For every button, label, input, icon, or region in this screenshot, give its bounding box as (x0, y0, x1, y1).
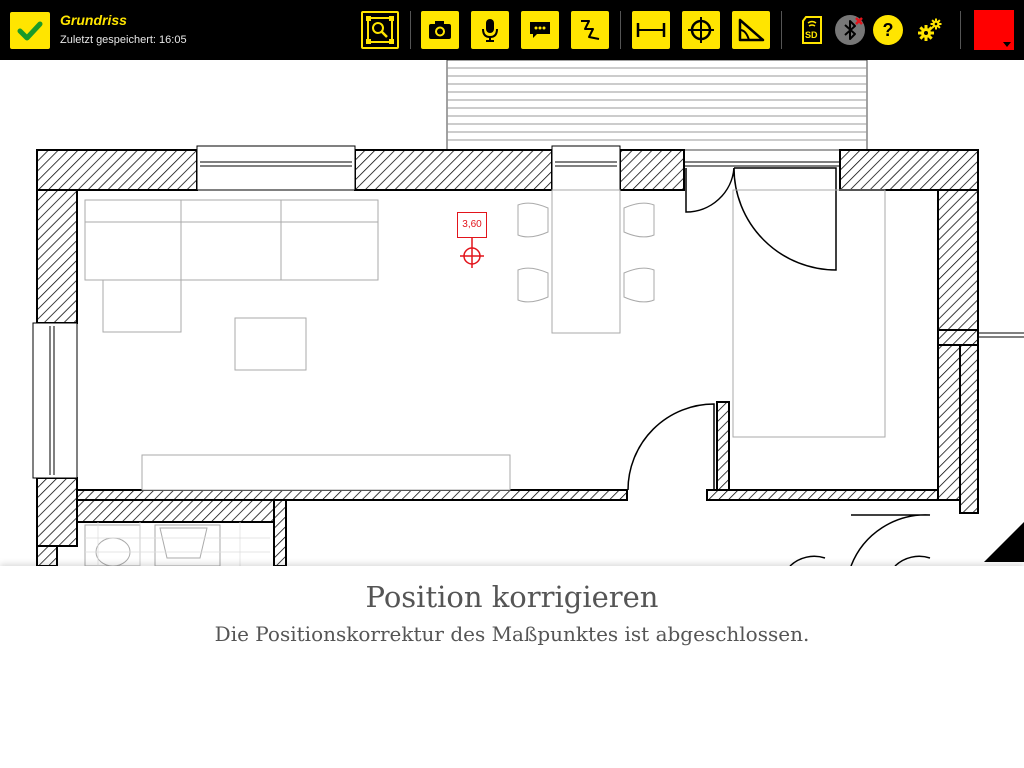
message-title: Position korrigieren (365, 580, 659, 614)
toolbar-separator (620, 11, 621, 49)
zoom-frame-icon (366, 16, 394, 44)
microphone-icon (482, 19, 498, 42)
confirm-button[interactable] (10, 12, 50, 49)
toolbar-separator (410, 11, 411, 49)
message-body: Die Positionskorrektur des Maßpunktes is… (214, 622, 810, 646)
bluetooth-button[interactable] (835, 15, 865, 45)
document-title: Grundriss (60, 12, 127, 28)
settings-button[interactable] (912, 11, 948, 49)
zoom-fit-button[interactable] (361, 11, 399, 49)
comment-button[interactable] (521, 11, 559, 49)
angle-measure-button[interactable] (732, 11, 770, 49)
crosshair-icon (688, 17, 714, 43)
speech-bubble-icon (530, 22, 550, 38)
bluetooth-disconnected-icon (844, 17, 863, 40)
squiggle-icon (581, 20, 600, 40)
last-saved-text: Zuletzt gespeichert: 16:05 (60, 34, 187, 46)
floor-plan-canvas[interactable]: 3,60 (0, 60, 1024, 566)
photo-button[interactable] (421, 11, 459, 49)
terrace (446, 60, 868, 151)
dropdown-caret-icon (1003, 42, 1011, 47)
point-measure-button[interactable] (682, 11, 720, 49)
camera-icon (429, 21, 451, 39)
measure-point-marker (460, 238, 484, 268)
north-arrow-fragment (984, 522, 1024, 562)
distance-measure-button[interactable] (632, 11, 670, 49)
measure-point-label[interactable]: 3,60 (457, 212, 487, 238)
sd-card-label: SD (805, 30, 818, 40)
angle-icon (738, 18, 765, 42)
toolbar-separator (781, 11, 782, 49)
gears-icon (918, 18, 942, 41)
help-button[interactable]: ? (873, 15, 903, 45)
ruler-icon (636, 23, 666, 37)
sd-card-button[interactable]: SD (794, 11, 830, 49)
freehand-button[interactable] (571, 11, 609, 49)
checkmark-icon (17, 21, 43, 40)
question-icon: ? (882, 19, 894, 40)
status-message-panel: Position korrigieren Die Positionskorrek… (0, 566, 1024, 768)
voice-note-button[interactable] (471, 11, 509, 49)
floor-plan-drawing (32, 60, 1024, 566)
toolbar-separator (960, 11, 961, 49)
top-toolbar: Grundriss Zuletzt gespeichert: 16:05 SD … (0, 0, 1024, 60)
color-picker-button[interactable] (974, 10, 1014, 50)
